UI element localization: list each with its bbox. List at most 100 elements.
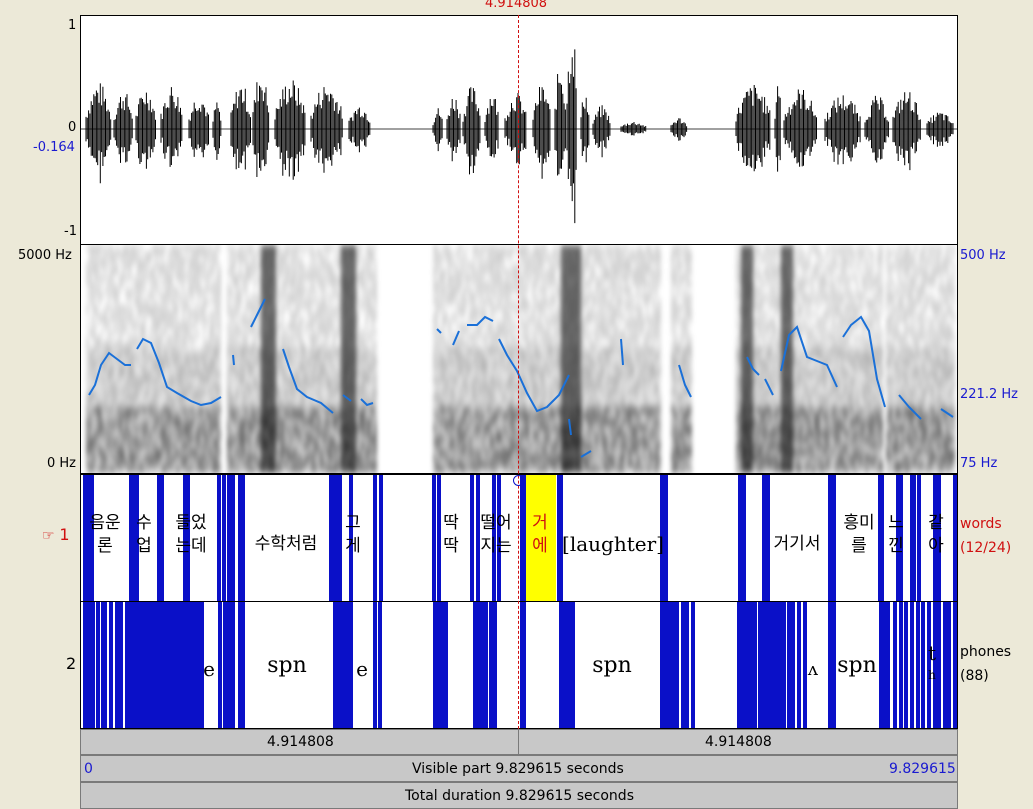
word-boundary[interactable]: [231, 475, 235, 601]
textgrid-panel[interactable]: 음운 론 수 업 들었 는데 수학처럼 그 게 딱 딱 떨어 지는 거 에 [laughter] 거기서 흥미 를 느…: [80, 474, 958, 729]
word-boundary[interactable]: [437, 475, 441, 601]
word-boundary[interactable]: [217, 475, 221, 601]
word-boundary[interactable]: [338, 475, 342, 601]
phone-boundary[interactable]: [886, 602, 890, 728]
word-boundary[interactable]: [742, 475, 746, 601]
segment-row[interactable]: 4.914808 4.914808: [80, 729, 958, 755]
words-tier[interactable]: 음운 론 수 업 들었 는데 수학처럼 그 게 딱 딱 떨어 지는 거 에 [laughter] 거기서 흥미 를 느…: [81, 475, 957, 601]
phone-boundary[interactable]: [378, 602, 382, 728]
phone-boundary[interactable]: [103, 602, 107, 728]
phone-boundary[interactable]: [349, 602, 353, 728]
phone-boundary[interactable]: [916, 602, 920, 728]
waveform-panel[interactable]: [80, 15, 958, 245]
left-segment-label: 4.914808: [267, 734, 334, 750]
phone-boundary[interactable]: [791, 602, 795, 728]
phone-boundary[interactable]: [119, 602, 123, 728]
tier-1-number[interactable]: ☞ 1: [42, 525, 70, 544]
spectrogram-panel[interactable]: [80, 245, 958, 474]
phone-boundary[interactable]: [893, 602, 897, 728]
phone-boundary[interactable]: [373, 602, 377, 728]
phone-boundary[interactable]: [109, 602, 113, 728]
word-label: 딱딱: [443, 513, 459, 556]
word-label: 느낀: [888, 513, 904, 556]
phone-label: e: [203, 657, 215, 681]
waveform-trace: [85, 49, 954, 224]
word-boundary[interactable]: [222, 475, 226, 601]
phone-boundary[interactable]: [522, 602, 526, 728]
phone-label: spn: [592, 653, 632, 678]
word-label: 수업: [136, 513, 152, 556]
word-label: 떨어 지는: [480, 513, 512, 556]
phone-boundary[interactable]: [953, 602, 957, 728]
word-boundary[interactable]: [373, 475, 377, 601]
word-boundary[interactable]: [953, 475, 957, 601]
phone-boundary[interactable]: [921, 602, 925, 728]
right-segment-label: 4.914808: [705, 734, 772, 750]
spec-freq-min-label: 0 Hz: [47, 456, 77, 471]
phone-boundary[interactable]: [691, 602, 695, 728]
phone-boundary[interactable]: [571, 602, 575, 728]
phone-boundary[interactable]: [444, 602, 448, 728]
word-boundary[interactable]: [522, 475, 526, 601]
phone-boundary[interactable]: [493, 602, 497, 728]
wave-zero-label: 0: [68, 120, 77, 135]
word-boundary[interactable]: [470, 475, 474, 601]
phone-boundary[interactable]: [937, 602, 941, 728]
tier-2-count: (88): [960, 668, 989, 684]
phone-boundary[interactable]: [241, 602, 245, 728]
phone-boundary[interactable]: [904, 602, 908, 728]
word-boundary[interactable]: [664, 475, 668, 601]
phone-boundary[interactable]: [675, 602, 679, 728]
left-segment-button[interactable]: 4.914808: [81, 730, 519, 754]
word-boundary[interactable]: [379, 475, 383, 601]
word-label: 흥미 를: [843, 513, 875, 556]
cursor-time-label: 4.914808: [485, 0, 548, 11]
tier-2-name: phones: [960, 644, 1012, 660]
phone-boundary[interactable]: [218, 602, 222, 728]
phone-boundary[interactable]: [231, 602, 235, 728]
tier-1-count: (12/24): [960, 540, 1012, 556]
visible-part-row[interactable]: 0 Visible part 9.829615 seconds 9.829615: [80, 755, 958, 782]
spec-freq-max-label: 5000 Hz: [18, 248, 72, 263]
word-label: [laughter]: [562, 532, 664, 556]
visible-start-label: 0: [84, 761, 93, 777]
word-boundary[interactable]: [880, 475, 884, 601]
phone-boundary[interactable]: [797, 602, 801, 728]
word-label: 같아: [928, 513, 944, 556]
cursor-line[interactable]: [518, 15, 519, 729]
word-boundary[interactable]: [912, 475, 916, 601]
word-boundary[interactable]: [432, 475, 436, 601]
phone-boundary[interactable]: [899, 602, 903, 728]
phone-boundary[interactable]: [96, 602, 100, 728]
pitch-min-label: 75 Hz: [960, 456, 998, 471]
phone-boundary[interactable]: [947, 602, 951, 728]
phones-tier[interactable]: e spn e spn ʌ spn t h: [81, 602, 957, 728]
phone-boundary[interactable]: [91, 602, 95, 728]
phone-boundary[interactable]: [685, 602, 689, 728]
pitch-cursor-label: 221.2 Hz: [960, 387, 1018, 402]
pointing-hand-icon: ☞: [42, 528, 55, 544]
word-boundary[interactable]: [160, 475, 164, 601]
word-label: 거기서: [773, 534, 821, 554]
phone-label: spn: [267, 653, 307, 678]
phone-boundary[interactable]: [484, 602, 488, 728]
word-boundary[interactable]: [832, 475, 836, 601]
phone-boundary[interactable]: [832, 602, 836, 728]
phone-boundary[interactable]: [910, 602, 914, 728]
phone-boundary[interactable]: [803, 602, 807, 728]
word-boundary[interactable]: [766, 475, 770, 601]
spectrogram-energy: [86, 245, 955, 473]
right-segment-button[interactable]: 4.914808: [519, 730, 957, 754]
pitch-max-label: 500 Hz: [960, 248, 1006, 263]
word-label: 그게: [345, 513, 361, 556]
tier-2-number[interactable]: 2: [66, 654, 76, 673]
phone-boundary[interactable]: [782, 602, 786, 728]
spectrogram-plot: [86, 245, 955, 473]
phone-boundary[interactable]: [753, 602, 757, 728]
cursor-handle-circle[interactable]: [513, 475, 524, 486]
word-boundary[interactable]: [917, 475, 921, 601]
word-boundary[interactable]: [241, 475, 245, 601]
phone-label: h: [928, 668, 936, 682]
waveform-plot: [81, 49, 957, 224]
total-duration-row[interactable]: Total duration 9.829615 seconds: [80, 782, 958, 809]
